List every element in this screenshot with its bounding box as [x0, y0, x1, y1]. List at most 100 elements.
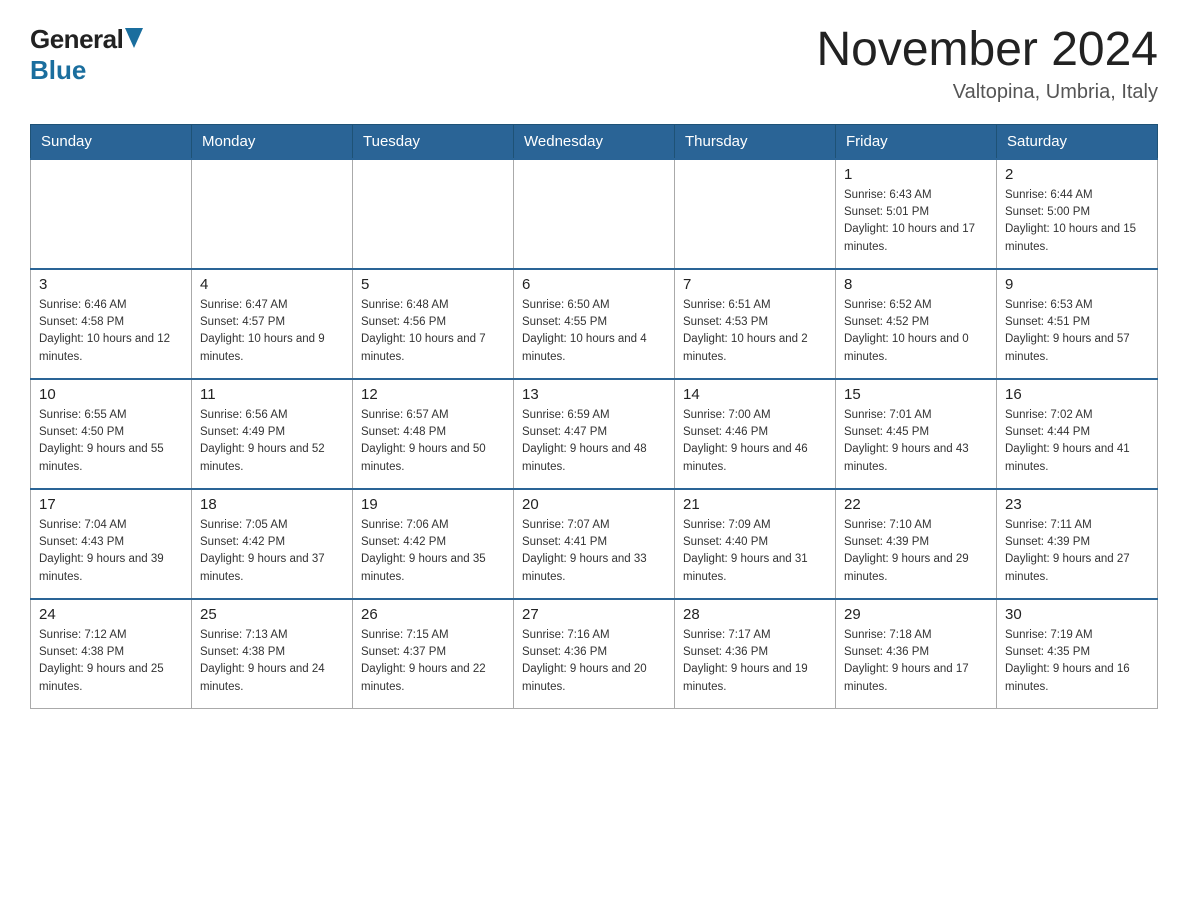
calendar-header-tuesday: Tuesday: [353, 124, 514, 159]
day-number: 2: [1005, 166, 1149, 183]
day-info: Sunrise: 6:51 AMSunset: 4:53 PMDaylight:…: [683, 297, 827, 366]
calendar-cell-3-3: 12 Sunrise: 6:57 AMSunset: 4:48 PMDayligh…: [353, 379, 514, 489]
day-info: Sunrise: 7:02 AMSunset: 4:44 PMDaylight:…: [1005, 407, 1149, 476]
calendar-cell-2-3: 5 Sunrise: 6:48 AMSunset: 4:56 PMDaylight…: [353, 269, 514, 379]
day-info: Sunrise: 7:06 AMSunset: 4:42 PMDaylight:…: [361, 517, 505, 586]
day-number: 11: [200, 386, 344, 403]
day-number: 29: [844, 606, 988, 623]
day-number: 4: [200, 276, 344, 293]
day-info: Sunrise: 7:00 AMSunset: 4:46 PMDaylight:…: [683, 407, 827, 476]
day-number: 5: [361, 276, 505, 293]
calendar-cell-5-3: 26 Sunrise: 7:15 AMSunset: 4:37 PMDayligh…: [353, 599, 514, 709]
day-info: Sunrise: 6:46 AMSunset: 4:58 PMDaylight:…: [39, 297, 183, 366]
calendar-subtitle: Valtopina, Umbria, Italy: [816, 81, 1158, 104]
calendar-cell-4-7: 23Sunrise: 7:11 AMSunset: 4:39 PMDayligh…: [997, 489, 1158, 599]
calendar-cell-1-1: [31, 159, 192, 269]
calendar-cell-3-6: 15 Sunrise: 7:01 AMSunset: 4:45 PMDayligh…: [836, 379, 997, 489]
title-section: November 2024 Valtopina, Umbria, Italy: [816, 24, 1158, 104]
day-number: 26: [361, 606, 505, 623]
day-info: Sunrise: 6:59 AMSunset: 4:47 PMDaylight:…: [522, 407, 666, 476]
calendar-cell-1-7: 2 Sunrise: 6:44 AMSunset: 5:00 PMDaylight…: [997, 159, 1158, 269]
day-number: 18: [200, 496, 344, 513]
day-info: Sunrise: 7:01 AMSunset: 4:45 PMDaylight:…: [844, 407, 988, 476]
day-number: 17: [39, 496, 183, 513]
calendar-cell-5-7: 30Sunrise: 7:19 AMSunset: 4:35 PMDayligh…: [997, 599, 1158, 709]
day-info: Sunrise: 6:43 AMSunset: 5:01 PMDaylight:…: [844, 187, 988, 256]
logo-arrow-icon: [125, 28, 143, 48]
day-info: Sunrise: 7:19 AMSunset: 4:35 PMDaylight:…: [1005, 627, 1149, 696]
day-info: Sunrise: 7:16 AMSunset: 4:36 PMDaylight:…: [522, 627, 666, 696]
day-info: Sunrise: 7:04 AMSunset: 4:43 PMDaylight:…: [39, 517, 183, 586]
calendar-cell-4-1: 17 Sunrise: 7:04 AMSunset: 4:43 PMDayligh…: [31, 489, 192, 599]
calendar-cell-5-6: 29 Sunrise: 7:18 AMSunset: 4:36 PMDayligh…: [836, 599, 997, 709]
calendar-cell-3-7: 16 Sunrise: 7:02 AMSunset: 4:44 PMDayligh…: [997, 379, 1158, 489]
calendar-cell-5-1: 24Sunrise: 7:12 AMSunset: 4:38 PMDayligh…: [31, 599, 192, 709]
calendar-cell-3-5: 14 Sunrise: 7:00 AMSunset: 4:46 PMDayligh…: [675, 379, 836, 489]
day-info: Sunrise: 7:17 AMSunset: 4:36 PMDaylight:…: [683, 627, 827, 696]
day-number: 28: [683, 606, 827, 623]
day-info: Sunrise: 7:11 AMSunset: 4:39 PMDaylight:…: [1005, 517, 1149, 586]
day-info: Sunrise: 6:44 AMSunset: 5:00 PMDaylight:…: [1005, 187, 1149, 256]
day-number: 20: [522, 496, 666, 513]
day-info: Sunrise: 6:56 AMSunset: 4:49 PMDaylight:…: [200, 407, 344, 476]
day-info: Sunrise: 6:48 AMSunset: 4:56 PMDaylight:…: [361, 297, 505, 366]
day-number: 14: [683, 386, 827, 403]
calendar-cell-1-5: [675, 159, 836, 269]
calendar-cell-2-6: 8Sunrise: 6:52 AMSunset: 4:52 PMDaylight…: [836, 269, 997, 379]
day-info: Sunrise: 7:15 AMSunset: 4:37 PMDaylight:…: [361, 627, 505, 696]
calendar-table: SundayMondayTuesdayWednesdayThursdayFrid…: [30, 124, 1158, 710]
day-info: Sunrise: 7:07 AMSunset: 4:41 PMDaylight:…: [522, 517, 666, 586]
calendar-cell-1-2: [192, 159, 353, 269]
calendar-header-thursday: Thursday: [675, 124, 836, 159]
day-info: Sunrise: 7:10 AMSunset: 4:39 PMDaylight:…: [844, 517, 988, 586]
day-info: Sunrise: 6:53 AMSunset: 4:51 PMDaylight:…: [1005, 297, 1149, 366]
logo: General Blue: [30, 24, 143, 86]
calendar-cell-2-2: 4Sunrise: 6:47 AMSunset: 4:57 PMDaylight…: [192, 269, 353, 379]
calendar-week-row-4: 17 Sunrise: 7:04 AMSunset: 4:43 PMDayligh…: [31, 489, 1158, 599]
calendar-header-saturday: Saturday: [997, 124, 1158, 159]
calendar-cell-2-5: 7 Sunrise: 6:51 AMSunset: 4:53 PMDaylight…: [675, 269, 836, 379]
calendar-title: November 2024: [816, 24, 1158, 77]
calendar-cell-3-2: 11 Sunrise: 6:56 AMSunset: 4:49 PMDayligh…: [192, 379, 353, 489]
calendar-week-row-3: 10 Sunrise: 6:55 AMSunset: 4:50 PMDayligh…: [31, 379, 1158, 489]
day-number: 22: [844, 496, 988, 513]
day-info: Sunrise: 7:13 AMSunset: 4:38 PMDaylight:…: [200, 627, 344, 696]
logo-general-text: General: [30, 24, 123, 55]
calendar-cell-4-4: 20 Sunrise: 7:07 AMSunset: 4:41 PMDayligh…: [514, 489, 675, 599]
day-number: 7: [683, 276, 827, 293]
calendar-cell-5-5: 28 Sunrise: 7:17 AMSunset: 4:36 PMDayligh…: [675, 599, 836, 709]
day-number: 10: [39, 386, 183, 403]
day-info: Sunrise: 7:05 AMSunset: 4:42 PMDaylight:…: [200, 517, 344, 586]
day-number: 15: [844, 386, 988, 403]
day-info: Sunrise: 6:50 AMSunset: 4:55 PMDaylight:…: [522, 297, 666, 366]
calendar-week-row-2: 3 Sunrise: 6:46 AMSunset: 4:58 PMDaylight…: [31, 269, 1158, 379]
day-number: 8: [844, 276, 988, 293]
day-info: Sunrise: 7:12 AMSunset: 4:38 PMDaylight:…: [39, 627, 183, 696]
calendar-week-row-1: 1 Sunrise: 6:43 AMSunset: 5:01 PMDaylight…: [31, 159, 1158, 269]
calendar-cell-3-4: 13 Sunrise: 6:59 AMSunset: 4:47 PMDayligh…: [514, 379, 675, 489]
day-number: 6: [522, 276, 666, 293]
calendar-cell-1-3: [353, 159, 514, 269]
day-info: Sunrise: 7:18 AMSunset: 4:36 PMDaylight:…: [844, 627, 988, 696]
day-number: 12: [361, 386, 505, 403]
calendar-cell-1-6: 1 Sunrise: 6:43 AMSunset: 5:01 PMDaylight…: [836, 159, 997, 269]
calendar-cell-2-4: 6 Sunrise: 6:50 AMSunset: 4:55 PMDaylight…: [514, 269, 675, 379]
day-number: 3: [39, 276, 183, 293]
calendar-header-row: SundayMondayTuesdayWednesdayThursdayFrid…: [31, 124, 1158, 159]
calendar-cell-2-7: 9 Sunrise: 6:53 AMSunset: 4:51 PMDaylight…: [997, 269, 1158, 379]
day-number: 27: [522, 606, 666, 623]
calendar-cell-5-4: 27 Sunrise: 7:16 AMSunset: 4:36 PMDayligh…: [514, 599, 675, 709]
calendar-cell-2-1: 3 Sunrise: 6:46 AMSunset: 4:58 PMDaylight…: [31, 269, 192, 379]
day-number: 21: [683, 496, 827, 513]
calendar-cell-3-1: 10 Sunrise: 6:55 AMSunset: 4:50 PMDayligh…: [31, 379, 192, 489]
calendar-header-wednesday: Wednesday: [514, 124, 675, 159]
day-number: 1: [844, 166, 988, 183]
calendar-cell-4-5: 21Sunrise: 7:09 AMSunset: 4:40 PMDayligh…: [675, 489, 836, 599]
day-number: 9: [1005, 276, 1149, 293]
calendar-cell-4-6: 22 Sunrise: 7:10 AMSunset: 4:39 PMDayligh…: [836, 489, 997, 599]
day-info: Sunrise: 6:55 AMSunset: 4:50 PMDaylight:…: [39, 407, 183, 476]
calendar-cell-5-2: 25Sunrise: 7:13 AMSunset: 4:38 PMDayligh…: [192, 599, 353, 709]
day-number: 13: [522, 386, 666, 403]
day-number: 16: [1005, 386, 1149, 403]
day-info: Sunrise: 6:57 AMSunset: 4:48 PMDaylight:…: [361, 407, 505, 476]
